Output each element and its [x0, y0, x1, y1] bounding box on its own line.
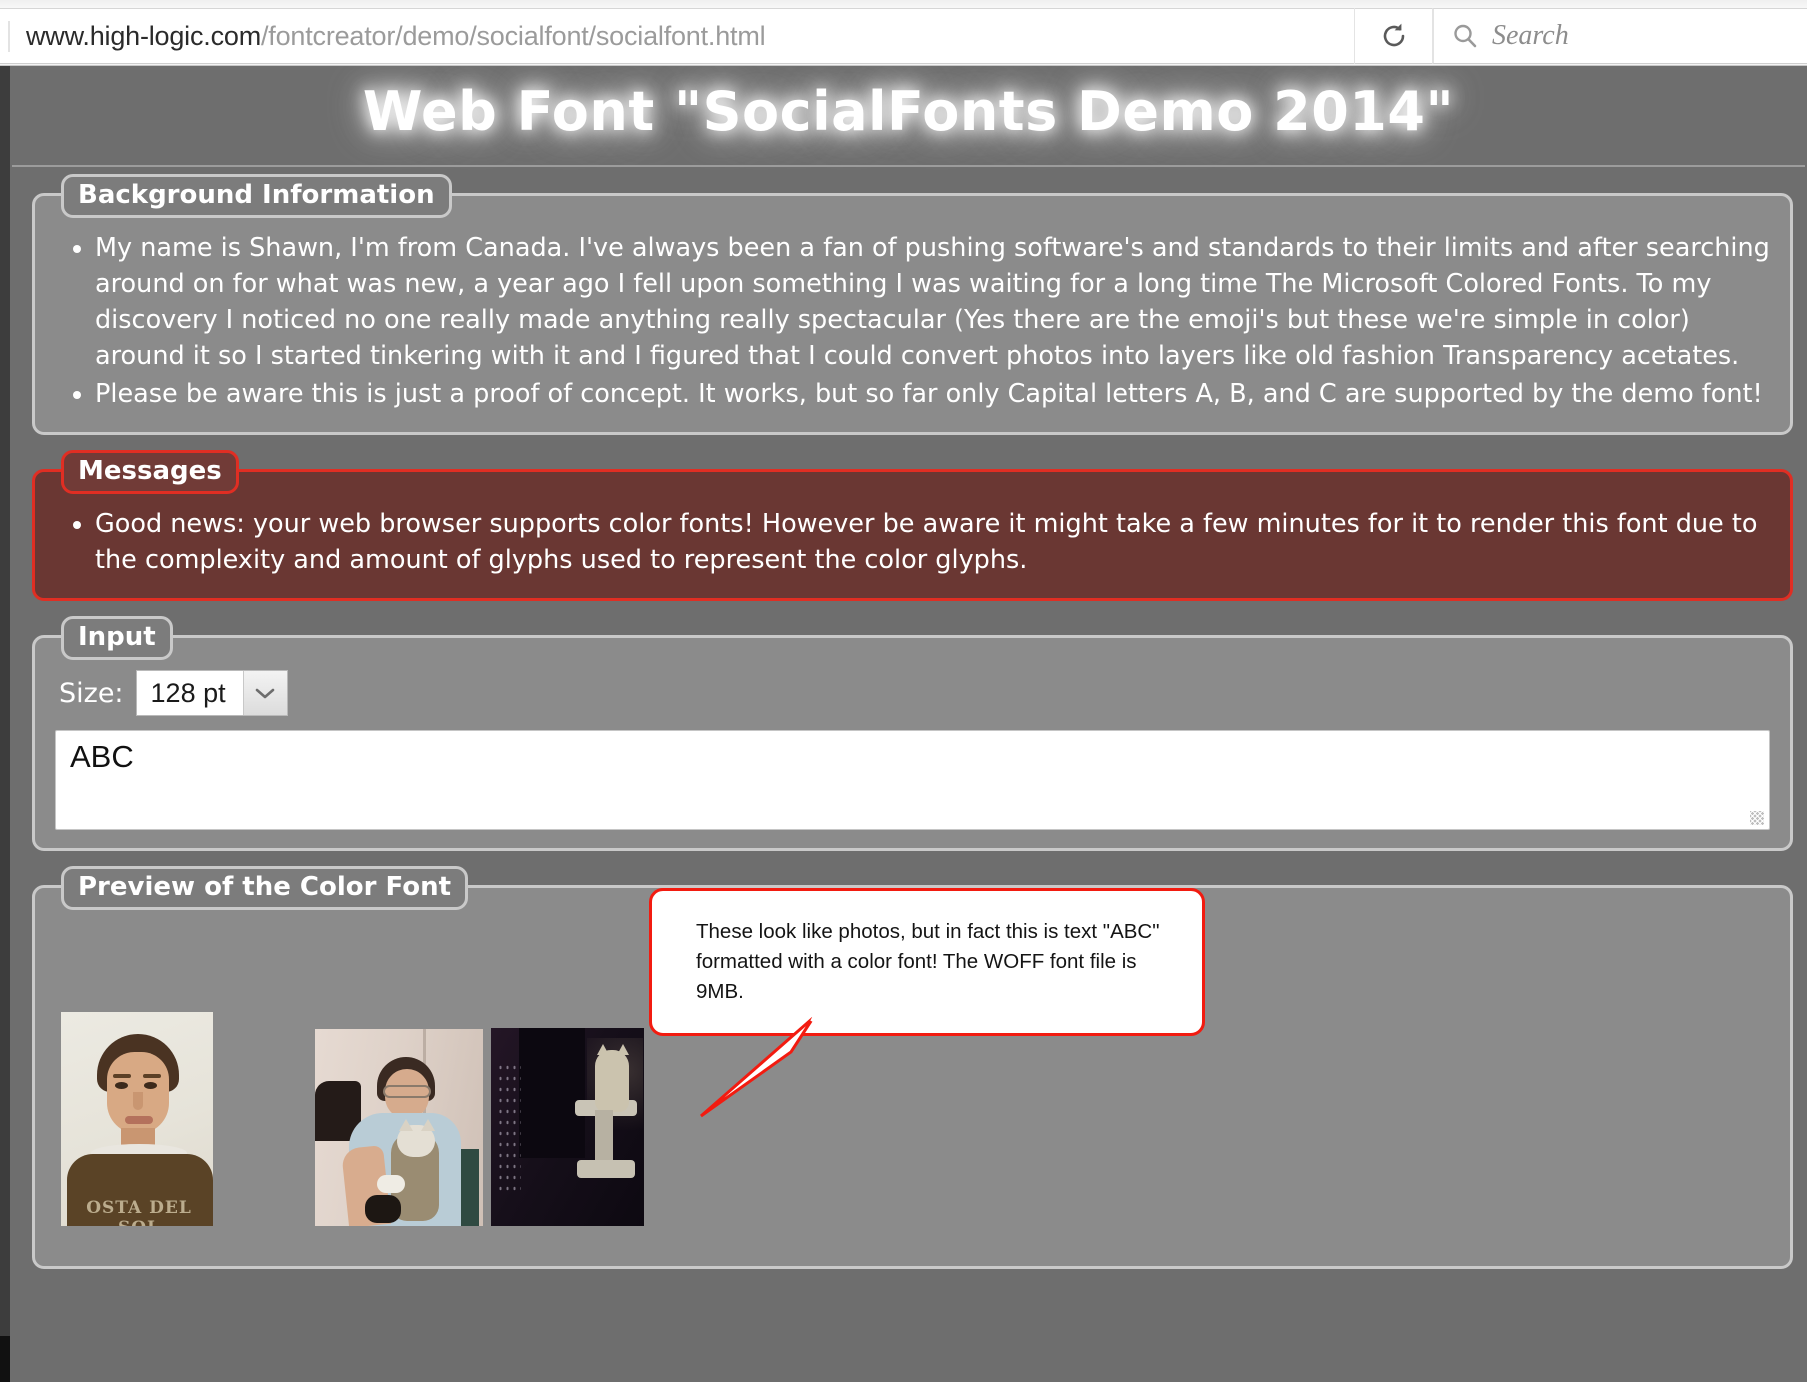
search-bar[interactable]: Search	[1432, 8, 1807, 64]
nose-shape	[133, 1092, 143, 1110]
preview-legend: Preview of the Color Font	[61, 866, 469, 910]
mouth-shape	[125, 1116, 153, 1124]
cat-ear-right	[617, 1044, 629, 1055]
resize-grip-icon[interactable]	[1750, 811, 1764, 825]
glyph-text-input[interactable]: ABC	[55, 730, 1770, 830]
post-base	[577, 1160, 635, 1178]
glyph-b-photo	[315, 1029, 483, 1226]
reload-button[interactable]	[1354, 8, 1432, 64]
search-input[interactable]: Search	[1492, 20, 1569, 52]
door-frame	[519, 1028, 585, 1158]
background-information-list: My name is Shawn, I'm from Canada. I've …	[55, 230, 1770, 412]
size-select[interactable]: 128 pt	[135, 670, 288, 716]
page-content: Web Font "SocialFonts Demo 2014" Backgro…	[10, 66, 1807, 1382]
callout-tail	[700, 1012, 820, 1118]
post-column	[595, 1110, 613, 1166]
size-select-arrow[interactable]	[242, 671, 287, 715]
cat-ear-left	[399, 1119, 413, 1131]
browser-chrome: www.high-logic.com/fontcreator/demo/soci…	[0, 0, 1807, 66]
url-path: /fontcreator/demo/socialfont/socialfont.…	[260, 20, 766, 51]
glyph-a-photo: OSTA DEL SOL	[61, 1012, 213, 1226]
cat-body	[595, 1050, 629, 1112]
preview-stage: OSTA DEL SOL	[55, 888, 1770, 1226]
url-text-wrap[interactable]: www.high-logic.com/fontcreator/demo/soci…	[8, 20, 1354, 52]
cat-ear-left	[597, 1044, 609, 1055]
chrome-top-strip	[0, 0, 1807, 8]
cat-paw	[377, 1175, 405, 1193]
search-icon	[1454, 24, 1477, 48]
page-left-margin-bottom	[0, 1336, 10, 1382]
page-title: Web Font "SocialFonts Demo 2014"	[362, 80, 1455, 143]
page-left-margin	[0, 66, 10, 1382]
url-bar[interactable]: www.high-logic.com/fontcreator/demo/soci…	[0, 8, 1432, 64]
background-information-legend: Background Information	[61, 174, 452, 218]
size-row: Size: 128 pt	[59, 670, 1770, 716]
messages-legend: Messages	[61, 450, 239, 494]
input-panel: Input Size: 128 pt ABC	[32, 616, 1793, 851]
title-divider	[12, 165, 1805, 167]
eyebrow-right	[143, 1074, 161, 1078]
cat-ear-right	[421, 1119, 435, 1131]
size-label: Size:	[59, 677, 124, 709]
messages-list: Good news: your web browser supports col…	[55, 506, 1770, 578]
callout-text: These look like photos, but in fact this…	[696, 920, 1160, 1003]
reload-icon	[1383, 23, 1404, 47]
list-item: Good news: your web browser supports col…	[95, 506, 1770, 578]
background-information-panel: Background Information My name is Shawn,…	[32, 174, 1793, 435]
web-page: Web Font "SocialFonts Demo 2014" Backgro…	[0, 66, 1807, 1382]
eyebrow-left	[113, 1074, 131, 1078]
shirt-text: OSTA DEL SOL	[86, 1198, 192, 1226]
eye-right	[144, 1082, 157, 1089]
glasses-shape	[383, 1085, 431, 1098]
list-item: My name is Shawn, I'm from Canada. I've …	[95, 230, 1770, 374]
size-select-value[interactable]: 128 pt	[137, 671, 243, 715]
noise-sparkles	[497, 1062, 521, 1192]
url-host: www.high-logic.com	[26, 20, 261, 51]
hand-shape	[365, 1195, 401, 1223]
list-item: Please be aware this is just a proof of …	[95, 376, 1770, 412]
glyph-text-value: ABC	[70, 739, 134, 774]
messages-panel: Messages Good news: your web browser sup…	[32, 450, 1793, 601]
chevron-down-icon	[255, 688, 275, 699]
eye-left	[115, 1082, 128, 1089]
input-legend: Input	[61, 616, 173, 660]
glyph-c-photo	[491, 1028, 644, 1226]
preview-panel: Preview of the Color Font OSTA DEL These…	[32, 866, 1793, 1269]
